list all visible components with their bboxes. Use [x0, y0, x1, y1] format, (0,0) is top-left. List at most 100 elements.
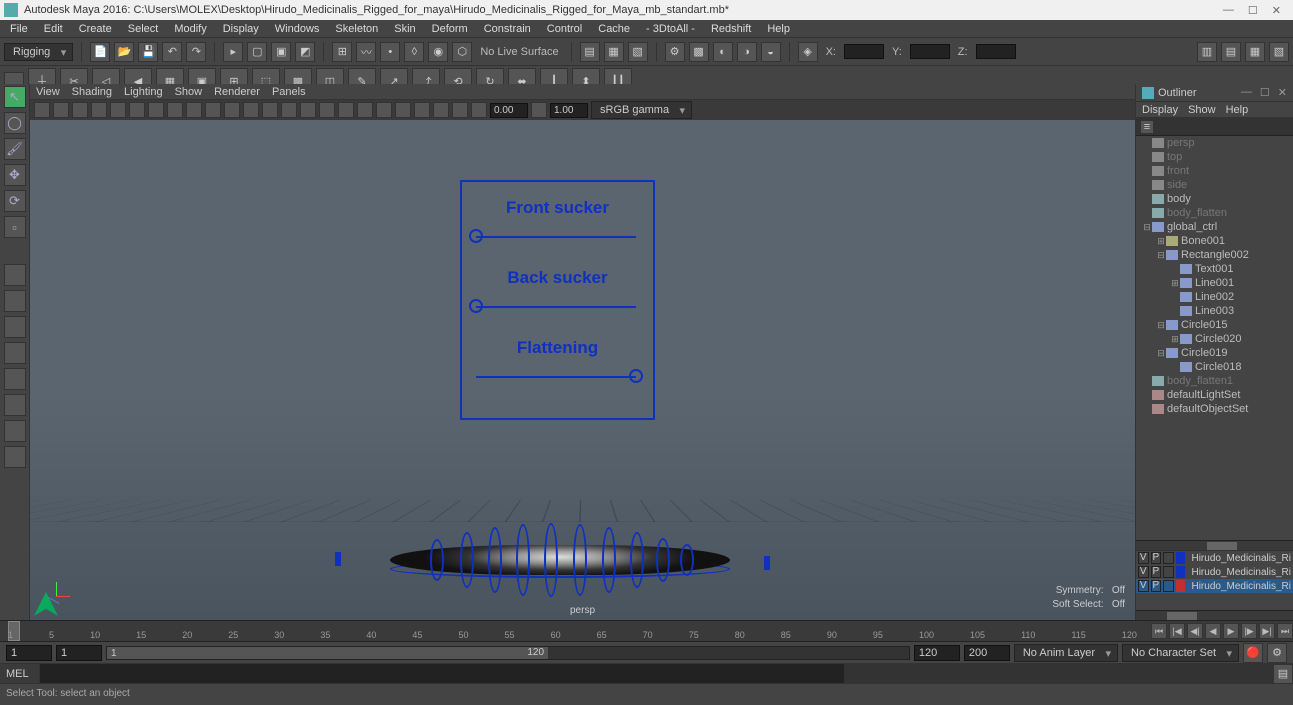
- layer-playback-toggle[interactable]: P: [1151, 580, 1162, 592]
- vp-toolbar-btn-2[interactable]: [72, 102, 88, 118]
- save-scene-button[interactable]: 💾: [138, 42, 158, 62]
- snap-curve-button[interactable]: 〰: [356, 42, 376, 62]
- layer-color-swatch[interactable]: [1176, 566, 1186, 578]
- move-tool[interactable]: ✥: [4, 164, 26, 186]
- rotate-tool[interactable]: ⟳: [4, 190, 26, 212]
- step-back-key-button[interactable]: |◀: [1169, 623, 1185, 639]
- mel-input[interactable]: [40, 664, 843, 683]
- vp-toolbar-btn-20[interactable]: [414, 102, 430, 118]
- menu-windows[interactable]: Windows: [267, 21, 328, 37]
- expand-toggle[interactable]: ⊞: [1170, 334, 1180, 345]
- outliner-item-bone001[interactable]: ⊞Bone001: [1136, 234, 1293, 248]
- display-layer-row[interactable]: VPHirudo_Medicinalis_Ri: [1136, 579, 1293, 593]
- layout-preset-6[interactable]: [4, 420, 26, 442]
- menu-control[interactable]: Control: [539, 21, 590, 37]
- x-field[interactable]: [844, 44, 884, 59]
- vp-toolbar-btn-17[interactable]: [357, 102, 373, 118]
- outliner-item-text001[interactable]: Text001: [1136, 262, 1293, 276]
- slider-front-sucker-knob[interactable]: [469, 229, 483, 243]
- window-close-button[interactable]: ✕: [1272, 4, 1281, 17]
- layer-scrollbar[interactable]: [1136, 610, 1293, 620]
- new-scene-button[interactable]: 📄: [90, 42, 110, 62]
- layer-visible-toggle[interactable]: V: [1138, 566, 1149, 578]
- spine-control-ring-4[interactable]: [544, 523, 558, 597]
- vp-toolbar-btn-12[interactable]: [262, 102, 278, 118]
- colorspace-select[interactable]: sRGB gamma: [591, 101, 692, 119]
- layout-preset-2[interactable]: [4, 316, 26, 338]
- menu-select[interactable]: Select: [120, 21, 167, 37]
- window-maximize-button[interactable]: ☐: [1248, 4, 1258, 17]
- gamma-field[interactable]: [550, 103, 588, 118]
- outliner-item-body_flatten[interactable]: body_flatten: [1136, 206, 1293, 220]
- expand-toggle[interactable]: ⊟: [1156, 348, 1166, 359]
- make-live-button[interactable]: ⬡: [452, 42, 472, 62]
- sidebar-toggle-1[interactable]: ▥: [1197, 42, 1217, 62]
- vp-toolbar-btn-3[interactable]: [91, 102, 107, 118]
- outliner-search-input[interactable]: [1154, 120, 1289, 134]
- y-field[interactable]: [910, 44, 950, 59]
- undo-button[interactable]: ↶: [162, 42, 182, 62]
- gamma-toggle[interactable]: [531, 102, 547, 118]
- expand-toggle[interactable]: ⊞: [1156, 236, 1166, 247]
- menu-redshift[interactable]: Redshift: [703, 21, 759, 37]
- menu-edit[interactable]: Edit: [36, 21, 71, 37]
- slider-back-sucker-knob[interactable]: [469, 299, 483, 313]
- layer-type-toggle[interactable]: [1163, 566, 1174, 578]
- exposure-field[interactable]: [490, 103, 528, 118]
- light-editor-button[interactable]: ◐: [713, 42, 733, 62]
- spine-control-ring-0[interactable]: [430, 539, 444, 581]
- outliner-item-body[interactable]: body: [1136, 192, 1293, 206]
- expand-toggle[interactable]: ⊞: [1170, 278, 1180, 289]
- vp-menu-shading[interactable]: Shading: [72, 86, 112, 98]
- render-setup-button[interactable]: ◑: [737, 42, 757, 62]
- vp-toolbar-btn-13[interactable]: [281, 102, 297, 118]
- snap-grid-button[interactable]: ⊞: [332, 42, 352, 62]
- snap-live-button[interactable]: ◉: [428, 42, 448, 62]
- outliner-minimize-button[interactable]: —: [1241, 86, 1252, 99]
- outliner-item-circle020[interactable]: ⊞Circle020: [1136, 332, 1293, 346]
- open-scene-button[interactable]: 📂: [114, 42, 134, 62]
- layer-visible-toggle[interactable]: V: [1138, 580, 1149, 592]
- vp-toolbar-btn-0[interactable]: [34, 102, 50, 118]
- front-locator[interactable]: [335, 552, 341, 566]
- vp-toolbar-btn-6[interactable]: [148, 102, 164, 118]
- slider-front-sucker[interactable]: [476, 236, 636, 238]
- outliner-menu-display[interactable]: Display: [1142, 104, 1178, 116]
- slider-flattening-knob[interactable]: [629, 369, 643, 383]
- menu-skin[interactable]: Skin: [386, 21, 423, 37]
- outliner-item-body_flatten1[interactable]: body_flatten1: [1136, 374, 1293, 388]
- layout-preset-0[interactable]: [4, 264, 26, 286]
- snap-plane-button[interactable]: ◊: [404, 42, 424, 62]
- slider-back-sucker[interactable]: [476, 306, 636, 308]
- vp-toolbar-btn-18[interactable]: [376, 102, 392, 118]
- vp-toolbar-btn-5[interactable]: [129, 102, 145, 118]
- vp-menu-view[interactable]: View: [36, 86, 60, 98]
- spine-control-ring-9[interactable]: [680, 544, 694, 576]
- outliner-item-circle018[interactable]: Circle018: [1136, 360, 1293, 374]
- character-set-select[interactable]: No Character Set: [1122, 644, 1239, 662]
- vp-toolbar-btn-16[interactable]: [338, 102, 354, 118]
- sidebar-toggle-4[interactable]: ▧: [1269, 42, 1289, 62]
- spine-control-ring-1[interactable]: [460, 532, 474, 588]
- ipr-render-button[interactable]: ▧: [628, 42, 648, 62]
- play-forward-button[interactable]: ▶: [1223, 623, 1239, 639]
- range-slider[interactable]: 1 120: [106, 646, 910, 660]
- scale-tool[interactable]: ▫: [4, 216, 26, 238]
- slider-flattening[interactable]: [476, 376, 636, 378]
- script-editor-button[interactable]: ▤: [1273, 664, 1293, 684]
- vp-toolbar-btn-14[interactable]: [300, 102, 316, 118]
- step-back-button[interactable]: ◀|: [1187, 623, 1203, 639]
- outliner-item-rectangle002[interactable]: ⊟Rectangle002: [1136, 248, 1293, 262]
- outliner-item-global_ctrl[interactable]: ⊟global_ctrl: [1136, 220, 1293, 234]
- range-end-inner-field[interactable]: [914, 645, 960, 661]
- vp-toolbar-btn-4[interactable]: [110, 102, 126, 118]
- rig-control-panel[interactable]: Front sucker Back sucker Flattening: [460, 180, 655, 420]
- outliner-item-defaultlightset[interactable]: defaultLightSet: [1136, 388, 1293, 402]
- paint-tool[interactable]: 🖌: [4, 138, 26, 160]
- vp-toolbar-btn-15[interactable]: [319, 102, 335, 118]
- outliner-menu-help[interactable]: Help: [1226, 104, 1249, 116]
- vp-toolbar-btn-11[interactable]: [243, 102, 259, 118]
- layout-preset-7[interactable]: [4, 446, 26, 468]
- vp-menu-renderer[interactable]: Renderer: [214, 86, 260, 98]
- menu-file[interactable]: File: [2, 21, 36, 37]
